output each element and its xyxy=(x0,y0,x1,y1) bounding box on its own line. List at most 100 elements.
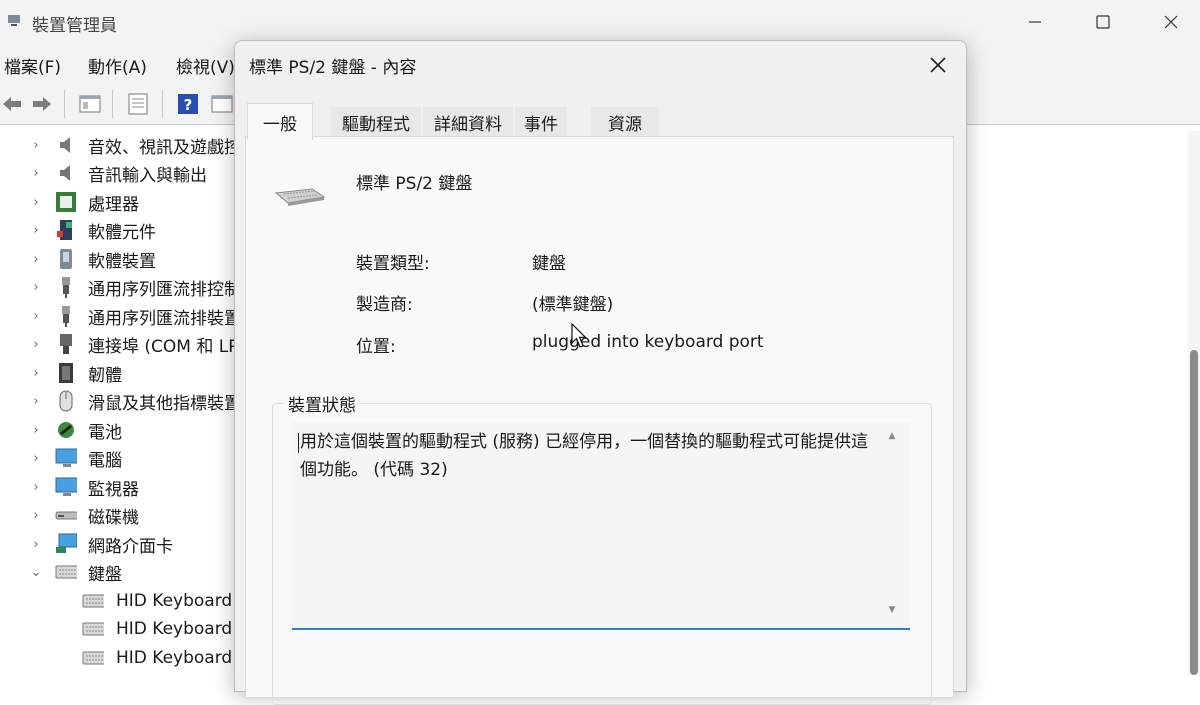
dialog-title: 標準 PS/2 鍵盤 - 內容 xyxy=(249,58,417,78)
maximize-button[interactable] xyxy=(1080,8,1126,36)
close-icon xyxy=(1164,15,1178,29)
tree-item-audio-io[interactable]: › 音訊輸入與輸出 xyxy=(0,159,236,187)
tree-item-mice[interactable]: › 滑鼠及其他指標裝置 xyxy=(0,387,236,415)
tree-item-label: 軟體裝置 xyxy=(88,251,156,272)
chevron-right-icon[interactable]: › xyxy=(30,394,42,409)
title-bar: 裝置管理員 xyxy=(0,0,1200,44)
chevron-right-icon[interactable]: › xyxy=(30,423,42,438)
device-status-textbox[interactable]: 用於這個裝置的驅動程式 (服務) 已經停用，一個替換的驅動程式可能提供這個功能。… xyxy=(292,422,910,630)
tree-item-usb-devices[interactable]: › 通用序列匯流排裝置 xyxy=(0,302,236,330)
tree-item-label: 處理器 xyxy=(88,194,139,215)
software-component-icon xyxy=(55,219,77,241)
tree-right-area xyxy=(966,131,1200,675)
device-type-value: 鍵盤 xyxy=(532,254,566,274)
maximize-icon xyxy=(1096,15,1110,29)
chevron-right-icon[interactable]: › xyxy=(30,223,42,238)
tree-item-ports[interactable]: › 連接埠 (COM 和 LPT) xyxy=(0,330,236,358)
chevron-right-icon[interactable]: › xyxy=(30,252,42,267)
properties-pane-icon xyxy=(79,95,101,113)
scroll-down-icon[interactable]: ▼ xyxy=(884,602,900,618)
chevron-down-icon[interactable]: ⌄ xyxy=(30,565,42,580)
scroll-up-icon[interactable]: ▲ xyxy=(884,428,900,444)
list-view-button[interactable] xyxy=(126,92,150,116)
chevron-right-icon[interactable]: › xyxy=(30,309,42,324)
tree-item-hid-keyboard[interactable]: HID Keyboard Device xyxy=(0,615,236,643)
properties-pane-button[interactable] xyxy=(78,92,102,116)
chevron-right-icon[interactable]: › xyxy=(30,138,42,153)
tree-item-label: 通用序列匯流排控制器 xyxy=(88,279,236,300)
forward-button[interactable] xyxy=(30,92,54,116)
tree-item-disk-drives[interactable]: › 磁碟機 xyxy=(0,501,236,529)
tree-item-label: HID Keyboard Device xyxy=(116,619,236,639)
chevron-right-icon[interactable]: › xyxy=(30,451,42,466)
minimize-button[interactable] xyxy=(1012,8,1058,36)
back-button[interactable] xyxy=(0,92,24,116)
tree-item-label: 監視器 xyxy=(88,479,139,500)
manufacturer-label: 製造商: xyxy=(356,295,413,315)
keyboard-icon xyxy=(272,179,326,209)
menu-file[interactable]: 檔案(F) xyxy=(4,53,61,78)
tree-item-label: 軟體元件 xyxy=(88,222,156,243)
details-pane-button[interactable] xyxy=(210,92,234,116)
tree-item-processors[interactable]: › 處理器 xyxy=(0,188,236,216)
tree-item-sound[interactable]: › 音效、視訊及遊戲控制器 xyxy=(0,131,236,159)
chevron-right-icon[interactable]: › xyxy=(30,508,42,523)
tree-item-label: 磁碟機 xyxy=(88,507,139,528)
tab-resources[interactable]: 資源 xyxy=(591,107,659,137)
mouse-cursor-icon xyxy=(571,323,587,348)
speaker-icon xyxy=(55,162,77,184)
close-icon xyxy=(930,57,946,73)
tree-item-label: 滑鼠及其他指標裝置 xyxy=(88,393,236,414)
tree-scrollbar-thumb[interactable] xyxy=(1190,350,1198,675)
tree-item-software-devices[interactable]: › 軟體裝置 xyxy=(0,245,236,273)
computer-icon xyxy=(55,447,77,469)
device-type-label: 裝置類型: xyxy=(356,254,430,274)
speaker-icon xyxy=(55,134,77,156)
chevron-right-icon[interactable]: › xyxy=(30,166,42,181)
menu-action[interactable]: 動作(A) xyxy=(88,53,147,78)
device-status-text: 用於這個裝置的驅動程式 (服務) 已經停用，一個替換的驅動程式可能提供這個功能。… xyxy=(300,432,869,480)
chevron-right-icon[interactable]: › xyxy=(30,280,42,295)
tree-item-label: HID Keyboard Device xyxy=(116,648,236,668)
tree-item-label: 電腦 xyxy=(88,450,122,471)
menu-view[interactable]: 檢視(V) xyxy=(176,53,235,78)
dialog-close-button[interactable] xyxy=(918,47,958,83)
keyboard-icon xyxy=(82,590,104,612)
properties-dialog: 標準 PS/2 鍵盤 - 內容 一般 驅動程式 詳細資料 事件 資源 標準 PS… xyxy=(234,40,967,705)
device-name: 標準 PS/2 鍵盤 xyxy=(356,174,473,194)
help-button[interactable]: ? xyxy=(176,92,200,116)
tab-driver[interactable]: 驅動程式 xyxy=(331,107,421,137)
tree-item-network-adapters[interactable]: › 網路介面卡 xyxy=(0,530,236,558)
tab-events[interactable]: 事件 xyxy=(515,107,567,137)
close-window-button[interactable] xyxy=(1148,8,1194,36)
usb-icon xyxy=(55,305,77,327)
tree-item-usb-controllers[interactable]: › 通用序列匯流排控制器 xyxy=(0,273,236,301)
chevron-right-icon[interactable]: › xyxy=(30,480,42,495)
tree-item-computer[interactable]: › 電腦 xyxy=(0,444,236,472)
chevron-right-icon[interactable]: › xyxy=(30,195,42,210)
toolbar-divider xyxy=(64,90,65,118)
tree-item-monitors[interactable]: › 監視器 xyxy=(0,473,236,501)
tree-item-firmware[interactable]: › 韌體 xyxy=(0,359,236,387)
tree-item-batteries[interactable]: › 電池 xyxy=(0,416,236,444)
tree-item-label: 音效、視訊及遊戲控制器 xyxy=(88,137,236,158)
tree-item-label: 韌體 xyxy=(88,365,122,386)
chevron-right-icon[interactable]: › xyxy=(30,337,42,352)
tab-general[interactable]: 一般 xyxy=(247,103,313,140)
tree-item-keyboards[interactable]: ⌄ 鍵盤 xyxy=(0,558,236,586)
keyboard-icon xyxy=(82,618,104,640)
keyboard-icon xyxy=(55,561,77,583)
tree-item-label: 音訊輸入與輸出 xyxy=(88,165,207,186)
network-adapter-icon xyxy=(55,533,77,555)
tree-item-label: 連接埠 (COM 和 LPT) xyxy=(88,336,236,357)
tree-item-hid-keyboard[interactable]: HID Keyboard Device xyxy=(0,644,236,672)
device-status-title: 裝置狀態 xyxy=(284,391,360,416)
location-label: 位置: xyxy=(356,337,396,357)
chevron-right-icon[interactable]: › xyxy=(30,537,42,552)
tree-item-hid-keyboard[interactable]: HID Keyboard Device xyxy=(0,587,236,615)
toolbar-divider xyxy=(162,90,163,118)
chevron-right-icon[interactable]: › xyxy=(30,366,42,381)
monitor-icon xyxy=(55,476,77,498)
tab-details[interactable]: 詳細資料 xyxy=(423,107,513,137)
tree-item-software-components[interactable]: › 軟體元件 xyxy=(0,216,236,244)
